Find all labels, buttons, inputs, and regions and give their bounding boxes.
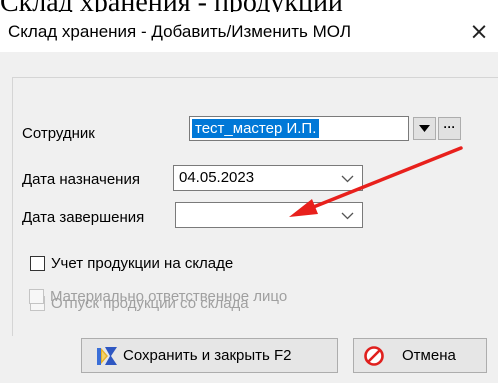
red-arrow-annotation — [289, 146, 463, 217]
